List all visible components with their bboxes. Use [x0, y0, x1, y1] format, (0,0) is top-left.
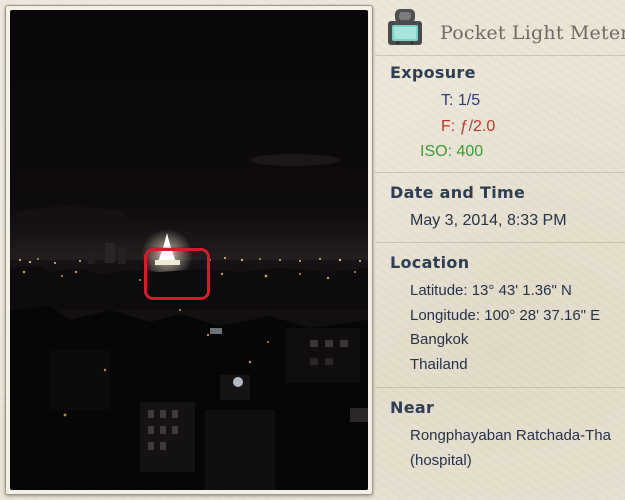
- near-place-type: (hospital): [410, 452, 472, 469]
- datetime-value: May 3, 2014, 8:33 PM: [410, 212, 567, 229]
- near-place-name[interactable]: Rongphayaban Ratchada-Tha: [410, 427, 611, 444]
- latitude-value: Latitude: 13° 43' 1.36" N: [410, 282, 572, 299]
- info-panel: Pocket Light Meter Exposure T: 1/5 F: ƒ/…: [375, 0, 625, 500]
- exposure-divider: [375, 172, 625, 173]
- location-heading: Location: [390, 253, 470, 272]
- location-divider: [375, 387, 625, 388]
- shutter-speed-value: T: 1/5: [441, 92, 481, 109]
- city-value: Bangkok: [410, 331, 469, 348]
- aperture-value: F: ƒ/2.0: [441, 118, 496, 135]
- country-value: Thailand: [410, 356, 468, 373]
- longitude-value: Longitude: 100° 28' 37.16" E: [410, 307, 601, 324]
- night-city-photo[interactable]: [10, 10, 368, 490]
- iso-value: ISO: 400: [420, 143, 484, 160]
- datetime-heading: Date and Time: [390, 183, 526, 202]
- near-heading: Near: [390, 398, 435, 417]
- datetime-divider: [375, 242, 625, 243]
- app-title: Pocket Light Meter: [440, 22, 625, 44]
- exposure-heading: Exposure: [390, 63, 476, 82]
- light-meter-icon: [388, 9, 422, 45]
- photo-frame: [5, 5, 373, 495]
- app-header: Pocket Light Meter: [383, 8, 625, 48]
- focus-area-box[interactable]: [144, 248, 210, 300]
- header-divider: [375, 55, 625, 56]
